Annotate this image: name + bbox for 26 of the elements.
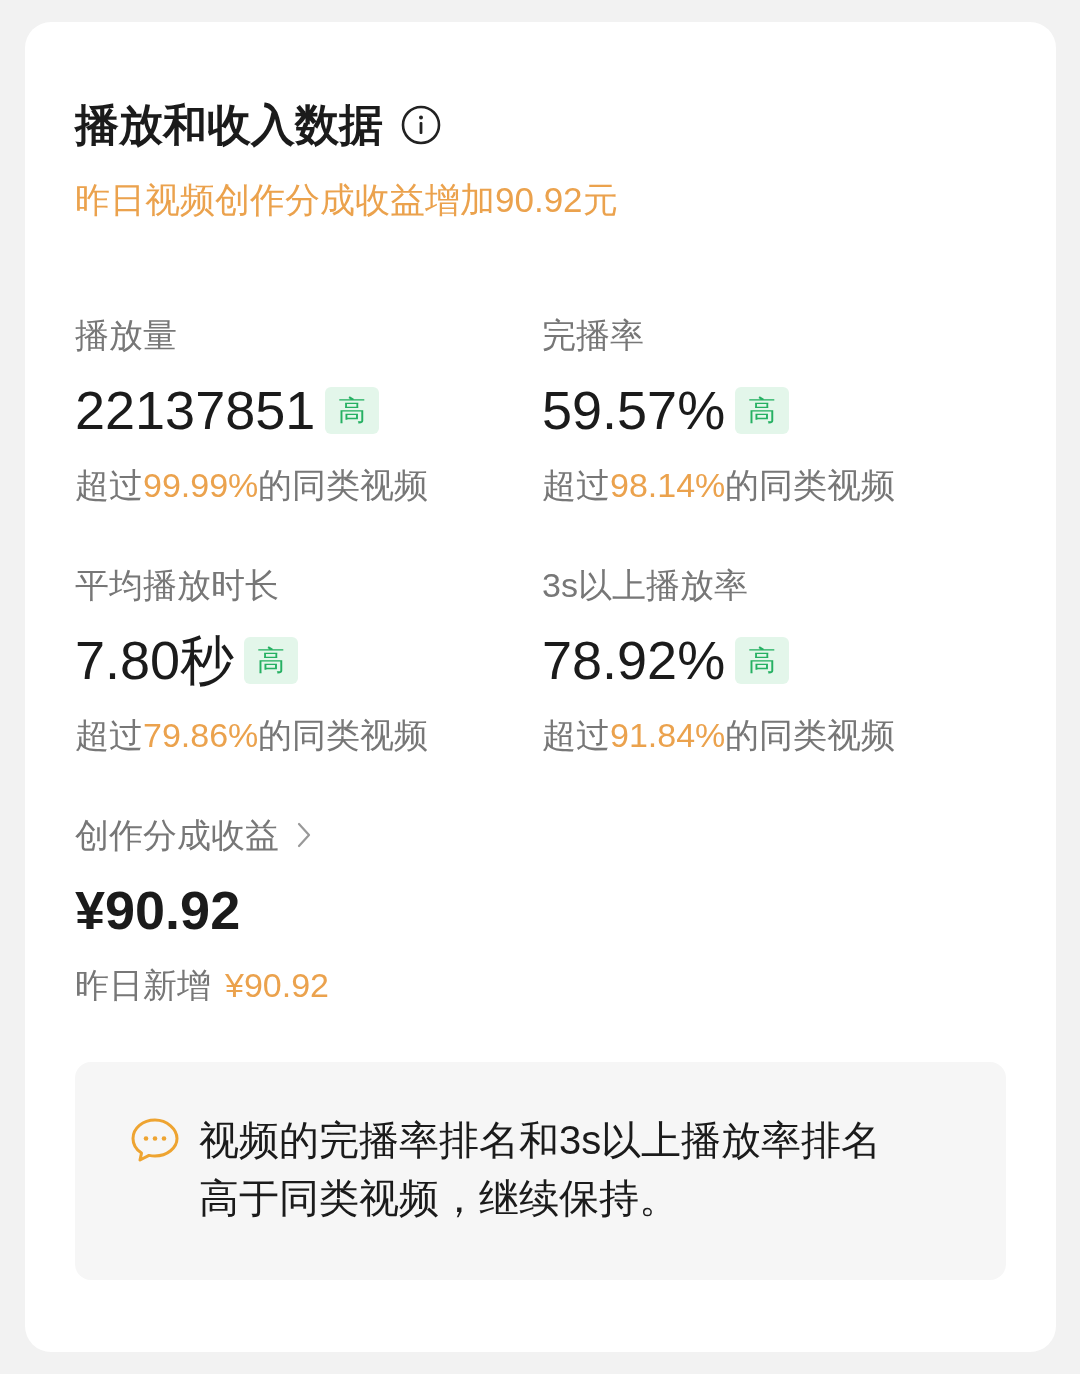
card-title: 播放和收入数据 [75, 99, 383, 151]
yesterday-label: 昨日新增 [75, 965, 211, 1006]
level-tag: 高 [244, 636, 299, 684]
comparison-text: 超过98.14%的同类视频 [542, 466, 896, 504]
comparison-text: 超过79.86%的同类视频 [75, 716, 429, 754]
comparison-text: 超过91.84%的同类视频 [542, 716, 896, 754]
level-tag: 高 [735, 636, 790, 684]
metric-value: 22137851 [75, 379, 316, 442]
metric-value: 78.92% [542, 629, 726, 692]
metric-label: 3s以上播放率 [542, 566, 748, 604]
metric-value: 59.57% [542, 379, 726, 442]
revenue-link[interactable]: 创作分成收益 [75, 811, 311, 859]
metric-label: 完播率 [542, 316, 644, 354]
level-tag: 高 [735, 386, 790, 434]
chat-bubble-icon [130, 1117, 180, 1163]
chevron-right-icon [297, 822, 311, 848]
metric-value: 7.80秒 [75, 629, 235, 692]
earnings-notice: 昨日视频创作分成收益增加90.92元 [75, 180, 618, 219]
revenue-value: ¥90.92 [75, 879, 241, 942]
tip-text: 视频的完播率排名和3s以上播放率排名高于同类视频，继续保持。 [199, 1117, 883, 1222]
info-icon[interactable] [401, 105, 441, 145]
yesterday-value: ¥90.92 [225, 965, 329, 1006]
metric-label: 播放量 [75, 316, 177, 354]
comparison-text: 超过99.99%的同类视频 [75, 466, 429, 504]
level-tag: 高 [325, 386, 380, 434]
metric-label: 平均播放时长 [75, 566, 279, 604]
